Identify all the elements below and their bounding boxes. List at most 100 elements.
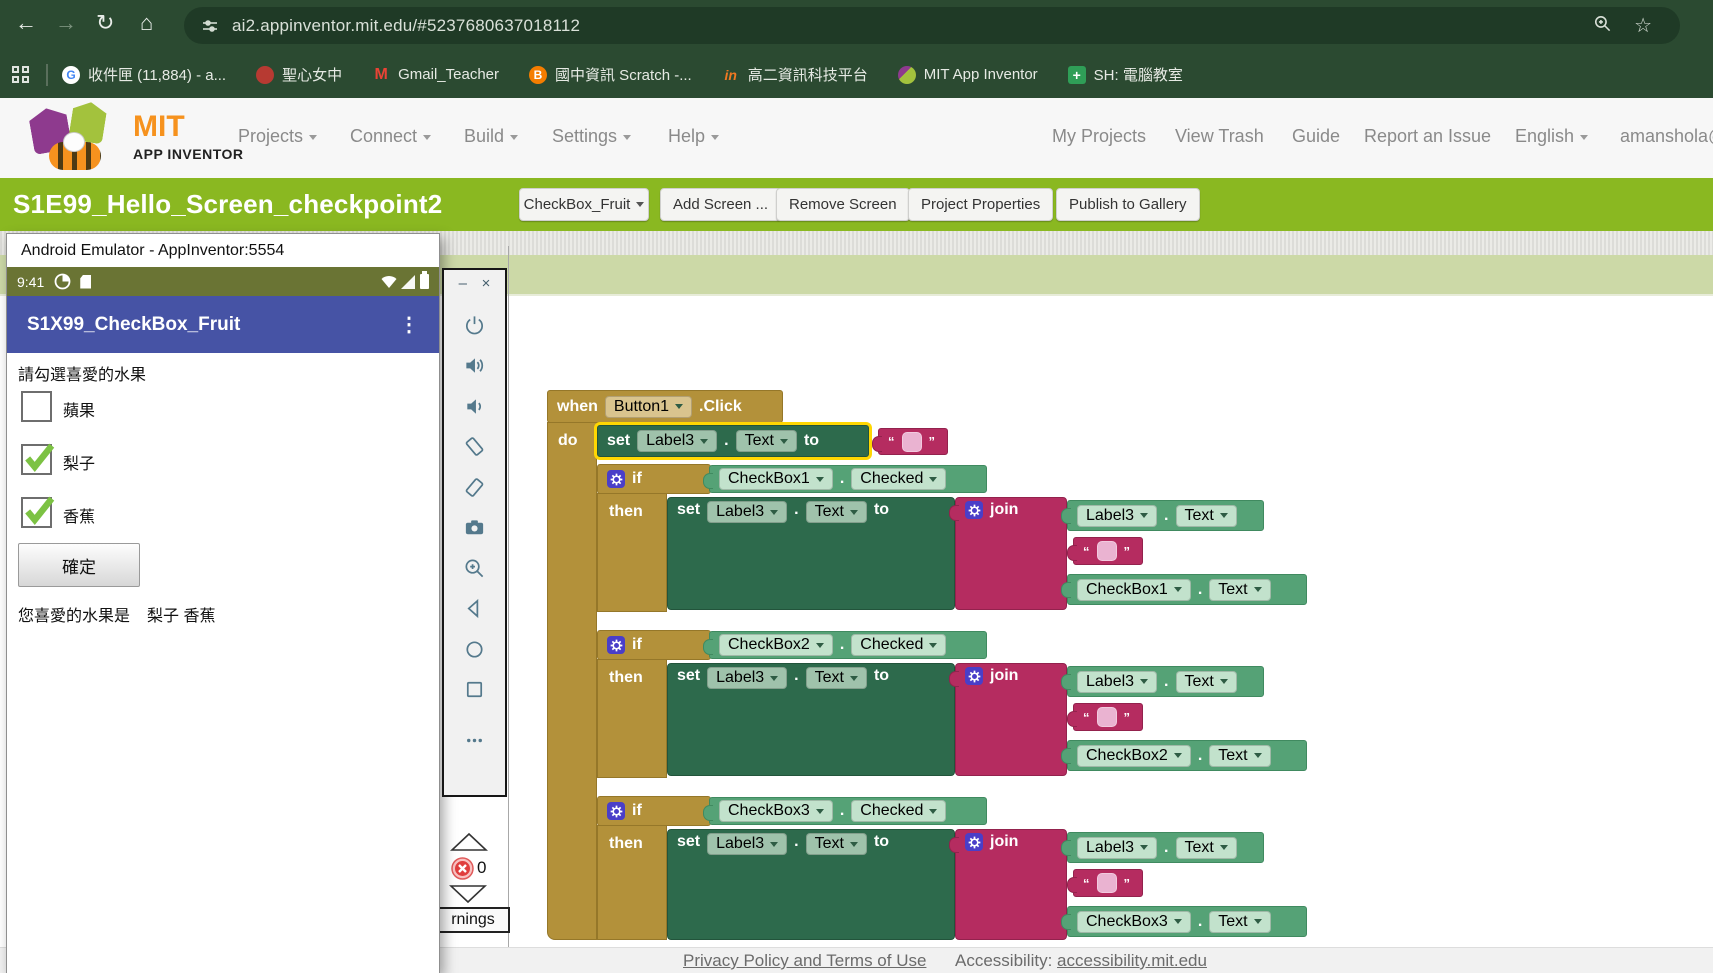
component-dropdown[interactable]: CheckBox3 <box>1077 911 1191 933</box>
close-button[interactable]: × <box>482 275 491 292</box>
emulator-checkbox-0[interactable] <box>21 391 52 422</box>
string-input[interactable] <box>902 432 922 452</box>
link-guide[interactable]: Guide <box>1292 126 1340 147</box>
block-checkbox3-checked-getter[interactable]: CheckBox3 . Checked <box>709 797 987 825</box>
component-dropdown[interactable]: CheckBox2 <box>719 634 833 656</box>
project-properties-button[interactable]: Project Properties <box>908 188 1053 221</box>
bookmark-classroom[interactable]: + SH: 電腦教室 <box>1068 64 1183 85</box>
publish-to-gallery-button[interactable]: Publish to Gallery <box>1056 188 1200 221</box>
menu-help[interactable]: Help <box>668 126 719 147</box>
bookmark-star-icon[interactable]: ☆ <box>1634 13 1652 38</box>
menu-build[interactable]: Build <box>464 126 518 147</box>
property-dropdown[interactable]: Text <box>1209 579 1270 601</box>
site-settings-icon[interactable] <box>202 18 218 34</box>
apps-grid-icon[interactable] <box>12 66 30 84</box>
block-if[interactable]: if <box>597 464 711 494</box>
component-dropdown[interactable]: CheckBox1 <box>1077 579 1191 601</box>
component-dropdown[interactable]: CheckBox2 <box>1077 745 1191 767</box>
block-checkbox2-checked-getter[interactable]: CheckBox2 . Checked <box>709 631 987 659</box>
mutator-gear-icon[interactable] <box>965 501 983 519</box>
block-label3-text-getter[interactable]: Label3 . Text <box>1067 832 1264 863</box>
block-when-body[interactable] <box>547 422 597 940</box>
block-space-string[interactable]: “” <box>1073 703 1143 731</box>
block-checkbox2-text-getter[interactable]: CheckBox2 . Text <box>1067 740 1307 771</box>
block-if[interactable]: if <box>597 796 711 826</box>
block-space-string[interactable]: “” <box>1073 869 1143 897</box>
component-dropdown[interactable]: Label3 <box>707 833 787 855</box>
block-label3-text-getter[interactable]: Label3 . Text <box>1067 500 1264 531</box>
menu-projects[interactable]: Projects <box>238 126 317 147</box>
bookmark-appinventor[interactable]: MIT App Inventor <box>898 66 1038 84</box>
link-my-projects[interactable]: My Projects <box>1052 126 1146 147</box>
menu-settings[interactable]: Settings <box>552 126 631 147</box>
mutator-gear-icon[interactable] <box>607 636 625 654</box>
emulator-window[interactable]: Android Emulator - AppInventor:5554 9:41… <box>6 233 440 973</box>
bookmark-school[interactable]: 聖心女中 <box>256 64 342 85</box>
block-checkbox1-text-getter[interactable]: CheckBox1 . Text <box>1067 574 1307 605</box>
bookmark-scratch[interactable]: B 國中資訊 Scratch -... <box>529 64 692 85</box>
mutator-gear-icon[interactable] <box>965 833 983 851</box>
property-dropdown[interactable]: Text <box>806 833 867 855</box>
block-checkbox1-checked-getter[interactable]: CheckBox1 . Checked <box>709 465 987 493</box>
property-dropdown[interactable]: Checked <box>851 634 946 656</box>
privacy-link[interactable]: Privacy Policy and Terms of Use <box>683 951 926 971</box>
block-when-event[interactable]: when Button1 .Click <box>547 390 783 423</box>
component-dropdown[interactable]: CheckBox1 <box>719 468 833 490</box>
volume-up-icon[interactable] <box>463 354 486 377</box>
emulator-checkbox-1[interactable] <box>21 444 52 475</box>
string-input[interactable] <box>1097 541 1117 561</box>
property-dropdown[interactable]: Text <box>1209 745 1270 767</box>
component-dropdown[interactable]: Label3 <box>1077 837 1157 859</box>
back-icon[interactable]: ← <box>15 10 37 36</box>
component-dropdown[interactable]: Label3 <box>637 430 717 452</box>
rotate-left-icon[interactable] <box>463 435 486 458</box>
property-dropdown[interactable]: Text <box>1176 671 1237 693</box>
mutator-gear-icon[interactable] <box>607 470 625 488</box>
zoom-in-icon[interactable] <box>463 557 486 580</box>
account-email[interactable]: amanshola@ <box>1620 126 1713 147</box>
home-icon[interactable]: ⌂ <box>140 10 153 36</box>
bookmark-platform[interactable]: in 高二資訊科技平台 <box>722 64 868 85</box>
back-icon[interactable] <box>463 597 486 620</box>
block-join[interactable]: join <box>955 497 1067 610</box>
rotate-right-icon[interactable] <box>463 476 486 499</box>
warning-down-triangle-icon[interactable] <box>449 884 487 904</box>
home-icon[interactable] <box>463 638 486 661</box>
block-join[interactable]: join <box>955 663 1067 776</box>
component-dropdown[interactable]: Button1 <box>605 396 692 418</box>
block-empty-string[interactable]: “” <box>878 428 948 455</box>
block-label3-text-getter[interactable]: Label3 . Text <box>1067 666 1264 697</box>
menu-connect[interactable]: Connect <box>350 126 431 147</box>
property-dropdown[interactable]: Checked <box>851 468 946 490</box>
power-icon[interactable] <box>463 314 486 337</box>
show-warnings-button[interactable]: rnings <box>436 907 510 933</box>
string-input[interactable] <box>1097 873 1117 893</box>
url-text[interactable]: ai2.appinventor.mit.edu/#523768063701811… <box>232 16 580 36</box>
property-dropdown[interactable]: Text <box>1176 837 1237 859</box>
add-screen-button[interactable]: Add Screen ... <box>660 188 781 221</box>
block-space-string[interactable]: “” <box>1073 537 1143 565</box>
reload-icon[interactable]: ↻ <box>96 10 114 36</box>
block-join[interactable]: join <box>955 829 1067 940</box>
screen-selector-button[interactable]: CheckBox_Fruit <box>519 188 649 221</box>
property-dropdown[interactable]: Text <box>736 430 797 452</box>
overview-icon[interactable] <box>463 678 486 701</box>
block-set-label3-text-join[interactable]: set Label3 . Text to <box>667 663 955 776</box>
warning-up-triangle-icon[interactable] <box>450 832 488 852</box>
confirm-button[interactable]: 確定 <box>18 543 140 587</box>
minimize-button[interactable]: – <box>459 275 467 292</box>
component-dropdown[interactable]: Label3 <box>707 667 787 689</box>
mutator-gear-icon[interactable] <box>965 667 983 685</box>
remove-screen-button[interactable]: Remove Screen <box>776 188 910 221</box>
kebab-menu-icon[interactable]: ⋮ <box>399 312 419 337</box>
accessibility-link[interactable]: accessibility.mit.edu <box>1057 951 1207 970</box>
language-selector[interactable]: English <box>1515 126 1588 147</box>
volume-down-icon[interactable] <box>463 395 486 418</box>
property-dropdown[interactable]: Text <box>806 667 867 689</box>
property-dropdown[interactable]: Text <box>806 501 867 523</box>
emulator-checkbox-2[interactable] <box>21 497 52 528</box>
block-if[interactable]: if <box>597 630 711 660</box>
component-dropdown[interactable]: CheckBox3 <box>719 800 833 822</box>
string-input[interactable] <box>1097 707 1117 727</box>
block-set-label3-text-join[interactable]: set Label3 . Text to <box>667 829 955 940</box>
